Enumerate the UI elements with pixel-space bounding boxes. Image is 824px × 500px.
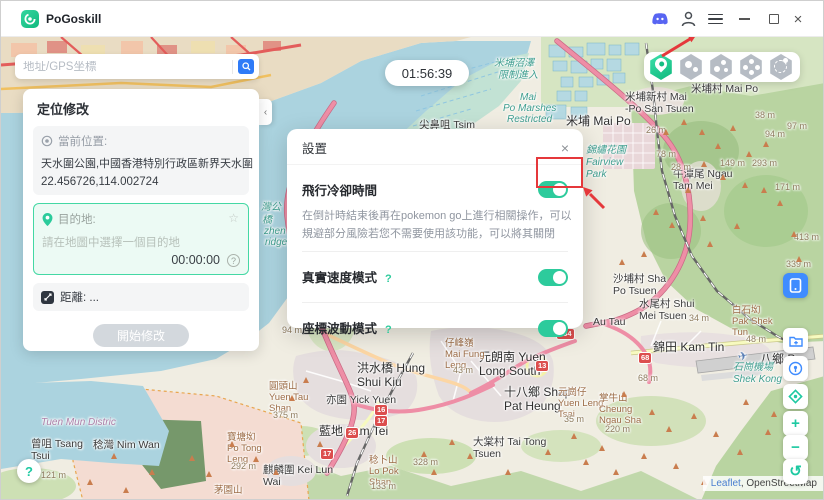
destination-placeholder: 請在地圖中選擇一個目的地 [42,234,240,250]
current-position-label: 當前位置: [58,133,107,149]
minimize-button[interactable] [731,1,757,37]
collected-spots-button[interactable] [783,356,808,381]
current-address: 天水圍公園,中國香港特別行政區新界天水圍 [41,155,241,171]
distance-label: 距離: ... [60,289,99,305]
cooldown-toggle[interactable] [538,181,568,198]
minus-icon: − [791,440,800,455]
teleport-panel: 定位修改 當前位置: 天水圍公園,中國香港特別行政區新界天水圍 22.45672… [23,89,259,351]
menu-icon [708,14,723,25]
cooldown-timer-pill: 01:56:39 [385,60,469,86]
two-spot-mode-button[interactable] [679,54,703,80]
device-button[interactable] [783,273,808,298]
undo-button[interactable]: ↺ [783,459,808,484]
start-teleport-button[interactable]: 開始修改 [93,324,189,347]
undo-icon: ↺ [789,464,802,479]
joystick-dot-icon [755,65,760,70]
divider [302,251,568,252]
cooldown-description: 在倒計時結束後再在pokemon go上進行相關操作，可以 規避部分風險若您不需… [302,207,568,243]
search-icon [242,62,251,71]
close-button[interactable]: × [785,1,811,37]
discord-button[interactable] [647,1,673,37]
search-input[interactable] [15,61,232,73]
search-bar [15,54,259,79]
map-pin-icon [653,56,670,73]
divider [302,302,568,303]
distance-box: 距離: ... [33,283,249,311]
joystick-dot-icon [749,59,754,64]
titlebar: PoGoskill × [1,1,823,37]
gpx-route-mode-button[interactable] [769,54,793,80]
toggle-knob [553,183,566,196]
teleport-mode-button[interactable] [649,54,673,80]
destination-box[interactable]: 目的地: ☆ 請在地圖中選擇一個目的地 00:00:00 ? [33,203,249,275]
destination-pin-icon [42,213,53,226]
app-title: PoGoskill [46,12,101,26]
leaflet-link[interactable]: Leaflet [711,478,741,489]
locate-me-button[interactable] [783,384,808,409]
toggle-knob [553,271,566,284]
minimize-icon [739,18,750,20]
spot-icon [724,68,728,72]
phone-icon [789,278,802,293]
help-icon[interactable]: ? [385,273,392,285]
current-position-icon [41,135,53,147]
toggle-knob [553,322,566,335]
account-button[interactable] [675,1,701,37]
menu-button[interactable] [702,1,728,37]
close-icon[interactable]: × [561,141,569,155]
spot-icon [714,66,720,72]
settings-dialog: 設置 × 飛行冷卻時間 在倒計時結束後再在pokemon go上進行相關操作，可… [287,129,583,328]
joystick-mode-button[interactable] [739,54,763,80]
spot-icon [721,60,726,65]
mode-toolbar [644,52,800,82]
zoom-in-button[interactable]: + [783,411,808,436]
plus-icon: + [791,416,800,431]
help-icon[interactable]: ? [385,324,392,336]
search-button[interactable] [238,59,254,74]
current-position-box: 當前位置: 天水圍公園,中國香港特別行政區新界天水圍 22.456726,114… [33,126,249,195]
zoom-out-button[interactable]: − [783,435,808,460]
real-speed-setting-label: 真實速度模式 [302,271,377,285]
dialog-title: 設置 [302,138,327,157]
app-logo-icon [21,10,39,28]
maximize-button[interactable] [761,1,787,37]
distance-icon [41,291,54,304]
import-gpx-button[interactable] [783,328,808,353]
favorite-star-icon[interactable]: ☆ [228,211,239,225]
joystick-dot-icon [749,70,754,75]
real-speed-toggle[interactable] [538,269,568,286]
folder-plus-icon [789,335,803,347]
cooldown-help-icon[interactable]: ? [227,254,240,267]
spot-icon [693,67,698,72]
spot-icon [685,61,692,68]
crosshair-icon [788,389,803,404]
joystick-dot-icon [743,65,748,70]
pin-circle-icon [788,361,803,376]
panel-collapse-tab[interactable]: ‹ [259,99,272,125]
route-dot-icon [783,58,788,63]
account-icon [681,11,696,27]
maximize-icon [769,14,779,24]
panel-title: 定位修改 [37,99,249,118]
cooldown-setting-label: 飛行冷卻時間 [302,180,377,199]
destination-label: 目的地: [58,211,96,227]
coord-jitter-setting-label: 座標波動模式 [302,322,377,336]
app-window: ✈ 尖鼻咀 Tsim米埔沼澤限制進入MaiPo MarshesRestricte… [0,0,824,500]
current-coords: 22.456726,114.002724 [41,176,241,188]
coord-jitter-toggle[interactable] [538,320,568,337]
destination-cooldown-time: 00:00:00 [171,253,220,267]
close-icon: × [794,12,803,27]
multi-spot-mode-button[interactable] [709,54,733,80]
help-button[interactable]: ? [17,459,41,483]
divider [232,60,233,74]
discord-icon [652,13,668,25]
